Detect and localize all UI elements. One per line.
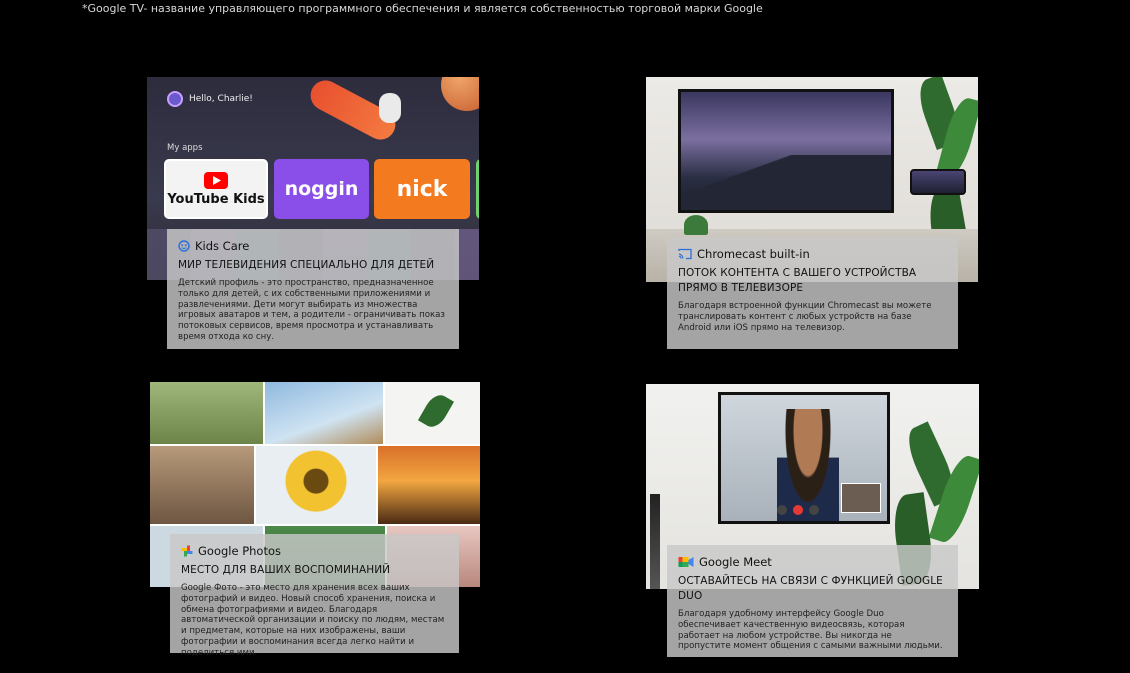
- footnote: *Google TV- название управляющего програ…: [82, 2, 763, 15]
- mic-icon: [777, 505, 787, 515]
- small-plant: [684, 215, 708, 235]
- astronaut-illustration: [379, 93, 401, 123]
- photo-rhino: [150, 446, 254, 524]
- feature-description: Детский профиль - это пространство, пред…: [178, 278, 445, 342]
- youtube-play-icon: [204, 171, 228, 189]
- brand-row: Google Photos: [181, 544, 448, 558]
- feature-title: ОСТАВАЙТЕСЬ НА СВЯЗИ С ФУНКЦИЕЙ GOOGLE D…: [678, 575, 943, 602]
- profile-greeting: Hello, Charlie!: [167, 91, 253, 107]
- brand-row: Kids Care: [178, 239, 448, 253]
- brand-name: Kids Care: [195, 239, 250, 253]
- photo-sunset: [378, 446, 480, 524]
- photo-plant: [385, 382, 480, 444]
- mountain-landscape: [681, 155, 891, 210]
- call-controls: [777, 505, 819, 515]
- feature-card-google-photos: Google Photos МЕСТО ДЛЯ ВАШИХ ВОСПОМИНАН…: [170, 534, 459, 658]
- tv-screen: [678, 89, 894, 213]
- cast-icon: [678, 248, 692, 260]
- my-apps-label: My apps: [167, 143, 203, 153]
- hang-up-icon: [793, 505, 803, 515]
- feature-title: МЕСТО ДЛЯ ВАШИХ ВОСПОМИНАНИЙ: [181, 564, 391, 576]
- photo-palm-trees: [265, 382, 383, 444]
- floor-lamp: [650, 494, 660, 589]
- avatar: [167, 91, 183, 107]
- feature-card-kids-care: Kids Care МИР ТЕЛЕВИДЕНИЯ СПЕЦИАЛЬНО ДЛЯ…: [167, 229, 459, 349]
- brand-row: Chromecast built-in: [678, 247, 947, 261]
- camera-icon: [809, 505, 819, 515]
- picture-in-picture: [841, 483, 881, 513]
- feature-description: Google Фото - это место для хранения все…: [181, 583, 445, 658]
- photo-meerkats: [150, 382, 263, 444]
- brand-name: Google Meet: [699, 555, 772, 569]
- feature-title: МИР ТЕЛЕВИДЕНИЯ СПЕЦИАЛЬНО ДЛЯ ДЕТЕЙ: [178, 259, 435, 271]
- google-photos-icon: [181, 545, 193, 557]
- tv-screen: [718, 392, 890, 524]
- brand-name: Chromecast built-in: [697, 247, 810, 261]
- photo-sunflower: [256, 446, 376, 524]
- kids-care-icon: [178, 240, 190, 252]
- greeting-text: Hello, Charlie!: [189, 94, 253, 104]
- planet-illustration: [441, 77, 479, 111]
- app-tile-noggin: noggin: [274, 159, 369, 219]
- brand-row: Google Meet: [678, 555, 947, 569]
- feature-card-chromecast: Chromecast built-in ПОТОК КОНТЕНТА С ВАШ…: [667, 237, 958, 349]
- feature-card-google-meet: Google Meet ОСТАВАЙТЕСЬ НА СВЯЗИ С ФУНКЦ…: [667, 545, 958, 657]
- feature-title: ПОТОК КОНТЕНТА С ВАШЕГО УСТРОЙСТВА ПРЯМО…: [678, 267, 917, 294]
- plant-leaf: [417, 390, 455, 432]
- feature-description: Благодаря встроенной функции Chromecast …: [678, 301, 932, 333]
- app-label: YouTube Kids: [167, 191, 265, 207]
- feature-description: Благодаря удобному интерфейсу Google Duo…: [678, 609, 943, 652]
- app-tile-nick: nick: [374, 159, 470, 219]
- app-tile-youtube-kids: YouTube Kids: [164, 159, 268, 219]
- google-meet-icon: [678, 557, 694, 567]
- smartphone: [910, 169, 966, 195]
- app-tile-partial: [476, 159, 479, 219]
- brand-name: Google Photos: [198, 544, 282, 558]
